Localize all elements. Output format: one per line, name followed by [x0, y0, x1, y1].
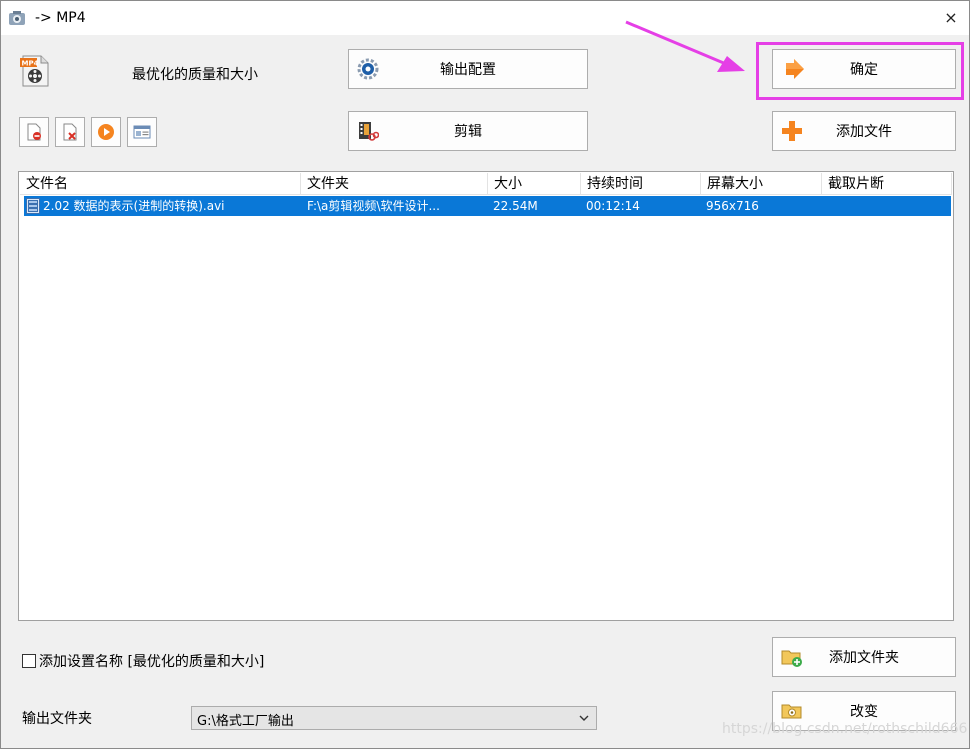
preset-label: 最优化的质量和大小 — [132, 67, 258, 83]
add-setting-name-checkbox[interactable] — [22, 654, 36, 668]
dialog-window: -> MP4 × MP4 最优化的质量和大小 输出配置 剪辑 确定 添加文件 文… — [0, 0, 970, 749]
close-button[interactable]: × — [937, 6, 965, 30]
column-header-size[interactable]: 大小 — [488, 173, 581, 195]
add-folder-button[interactable]: 添加文件夹 — [772, 637, 956, 677]
column-header-resolution[interactable]: 屏幕大小 — [701, 173, 822, 195]
title-bar: -> MP4 × — [1, 1, 969, 35]
cell-resolution: 956x716 — [706, 199, 759, 213]
add-setting-name-label: 添加设置名称 [最优化的质量和大小] — [39, 654, 265, 670]
watermark-text: https://blog.csdn.net/rothschild666 — [722, 721, 968, 737]
output-config-label: 输出配置 — [440, 62, 496, 78]
cell-clip — [827, 196, 947, 216]
table-row[interactable]: 2.02 数据的表示(进制的转换).avi F:\a剪辑视频\软件设计... 2… — [24, 196, 951, 216]
chevron-down-icon — [579, 715, 589, 721]
confirm-label: 确定 — [850, 62, 878, 78]
remove-file-icon — [27, 123, 41, 141]
output-config-button[interactable]: 输出配置 — [348, 49, 588, 89]
play-icon — [98, 124, 114, 140]
remove-file-button[interactable] — [19, 117, 49, 147]
file-list[interactable]: 文件名 文件夹 大小 持续时间 屏幕大小 截取片断 2.02 数据的表示(进制的… — [18, 171, 954, 621]
clear-list-button[interactable] — [55, 117, 85, 147]
file-list-header: 文件名 文件夹 大小 持续时间 屏幕大小 截取片断 — [20, 173, 952, 195]
video-file-icon — [26, 198, 40, 214]
play-button[interactable] — [91, 117, 121, 147]
add-setting-name-option[interactable]: 添加设置名称 [最优化的质量和大小] — [22, 651, 264, 671]
column-header-filename[interactable]: 文件名 — [20, 173, 301, 195]
svg-text:MP4: MP4 — [22, 60, 39, 68]
output-folder-value: G:\格式工厂输出 — [197, 714, 294, 729]
mp4-file-icon: MP4 — [20, 55, 49, 87]
window-title: -> MP4 — [35, 10, 86, 26]
add-file-button[interactable]: 添加文件 — [772, 111, 956, 151]
media-info-icon — [133, 125, 151, 139]
cell-folder: F:\a剪辑视频\软件设计... — [307, 199, 440, 213]
app-icon — [9, 11, 25, 25]
cell-size: 22.54M — [493, 199, 538, 213]
add-folder-label: 添加文件夹 — [829, 650, 899, 666]
clip-button[interactable]: 剪辑 — [348, 111, 588, 151]
column-header-clip[interactable]: 截取片断 — [822, 173, 952, 195]
clear-list-icon — [63, 123, 77, 141]
confirm-button[interactable]: 确定 — [772, 49, 956, 89]
add-file-label: 添加文件 — [836, 124, 892, 140]
cell-duration: 00:12:14 — [586, 199, 640, 213]
output-folder-label: 输出文件夹 — [22, 711, 92, 727]
cell-filename: 2.02 数据的表示(进制的转换).avi — [43, 199, 225, 213]
output-folder-select[interactable]: G:\格式工厂输出 — [191, 706, 597, 730]
media-info-button[interactable] — [127, 117, 157, 147]
column-header-duration[interactable]: 持续时间 — [581, 173, 701, 195]
clip-label: 剪辑 — [454, 124, 482, 140]
column-header-folder[interactable]: 文件夹 — [301, 173, 488, 195]
change-label: 改变 — [850, 704, 878, 720]
